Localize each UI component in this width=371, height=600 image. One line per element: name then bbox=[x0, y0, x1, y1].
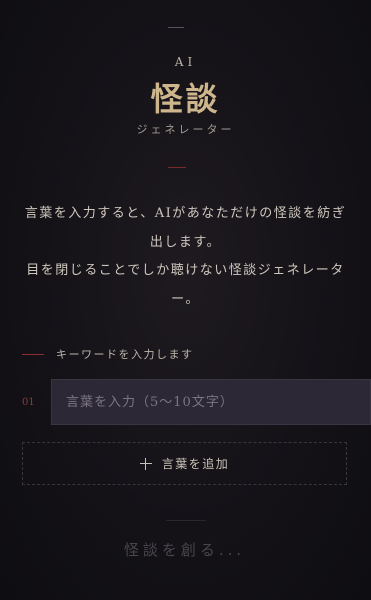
accent-divider bbox=[168, 167, 186, 168]
add-keyword-button[interactable]: 言葉を追加 bbox=[22, 442, 347, 485]
intro-text: 言葉を入力すると、AIがあなただけの怪談を紡ぎ出します。 目を閉じることでしか聴… bbox=[24, 200, 347, 314]
plus-icon bbox=[139, 457, 152, 470]
keyword-row: 01 bbox=[22, 379, 371, 425]
add-keyword-label: 言葉を追加 bbox=[161, 457, 230, 471]
intro-line-1: 言葉を入力すると、AIがあなただけの怪談を紡ぎ出します。 bbox=[24, 206, 347, 250]
bottom-divider bbox=[166, 520, 206, 521]
create-story-button[interactable]: 怪談を創る... bbox=[22, 532, 347, 566]
keyword-input[interactable] bbox=[51, 379, 371, 425]
keyword-label-dash bbox=[22, 353, 44, 355]
page-title: 怪談 bbox=[150, 80, 221, 118]
top-divider bbox=[168, 27, 184, 28]
keyword-label-row: キーワードを入力します bbox=[22, 346, 194, 362]
intro-line-2: 目を閉じることでしか聴けない怪談ジェネレーター。 bbox=[26, 263, 345, 307]
keyword-number: 01 bbox=[22, 396, 35, 408]
page-subtitle: ジェネレーター bbox=[136, 123, 235, 136]
eyebrow-label: AI bbox=[174, 55, 197, 69]
keyword-label: キーワードを入力します bbox=[56, 348, 194, 361]
